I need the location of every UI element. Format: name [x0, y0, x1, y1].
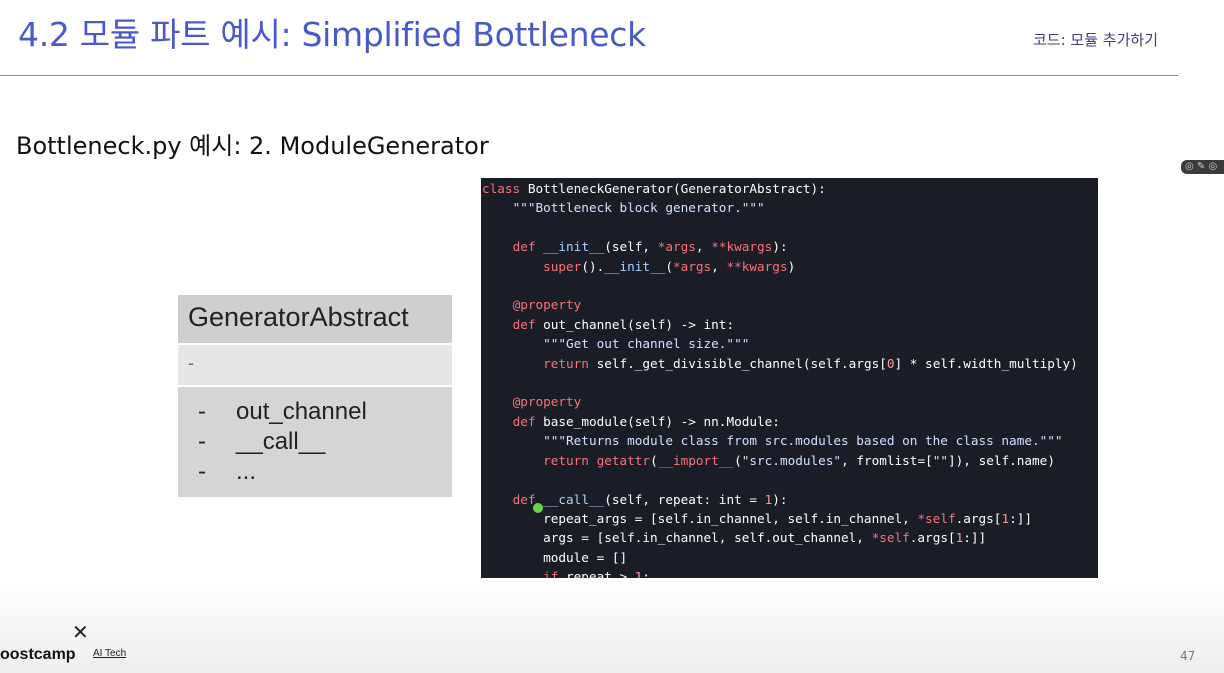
video-controls-peek[interactable]: ◎ ✎ ◎ [1181, 160, 1224, 174]
page-number: 47 [1180, 649, 1196, 663]
brand-logo: oostcamp [0, 646, 76, 663]
code-line: @property [512, 297, 582, 313]
uml-class-name: GeneratorAbstract [178, 295, 452, 345]
code-line: args = [self.in_channel, self.out_channe… [482, 530, 987, 546]
code-line: return getattr(__import__("src.modules",… [543, 452, 1055, 468]
uml-method-label: out_channel [236, 398, 367, 425]
code-line: def __init__(self, *args, **kwargs): [512, 239, 788, 255]
uml-method: - __call__ [198, 427, 452, 457]
code-line: """Returns module class from src.modules… [543, 433, 1063, 449]
footer [0, 578, 1224, 673]
code-line: module = [] [543, 549, 628, 565]
uml-method-dash: - [198, 428, 206, 455]
code-line: def out_channel(self) -> int: [512, 316, 735, 332]
code-line: """Bottleneck block generator.""" [512, 200, 765, 216]
code-line: class BottleneckGenerator(GeneratorAbstr… [482, 181, 826, 196]
code-line: @property [512, 394, 582, 410]
uml-method-label: __call__ [236, 428, 326, 455]
uml-method-dash: - [198, 398, 206, 425]
title-divider [0, 75, 1178, 76]
slide-title: 4.2 모듈 파트 예시: Simplified Bottleneck [18, 15, 646, 54]
code-line: def __call__(self, repeat: int = 1): [512, 491, 788, 507]
slide-subtitle: Bottleneck.py 예시: 2. ModuleGenerator [16, 132, 489, 160]
uml-method-dash: - [198, 458, 206, 485]
code-line: """Get out channel size.""" [543, 336, 750, 352]
mouse-cursor-indicator [533, 503, 543, 513]
code-line: return self._get_divisible_channel(self.… [543, 355, 1078, 371]
uml-methods: - out_channel - __call__ -... [178, 387, 452, 497]
code-line: super().__init__(*args, **kwargs) [543, 258, 796, 274]
brand-subtitle: AI Tech [93, 648, 127, 659]
uml-attributes: - [178, 345, 452, 387]
uml-method: -... [198, 457, 452, 487]
close-mark-icon: ✕ [72, 620, 89, 644]
uml-method-label: ... [236, 458, 257, 485]
section-tag: 코드: 모듈 추가하기 [1033, 31, 1158, 49]
code-line: repeat_args = [self.in_channel, self.in_… [482, 510, 1033, 526]
code-line: def base_module(self) -> nn.Module: [512, 413, 780, 429]
uml-method: - out_channel [198, 397, 452, 427]
uml-class-diagram: GeneratorAbstract - - out_channel - __call… [178, 295, 452, 497]
